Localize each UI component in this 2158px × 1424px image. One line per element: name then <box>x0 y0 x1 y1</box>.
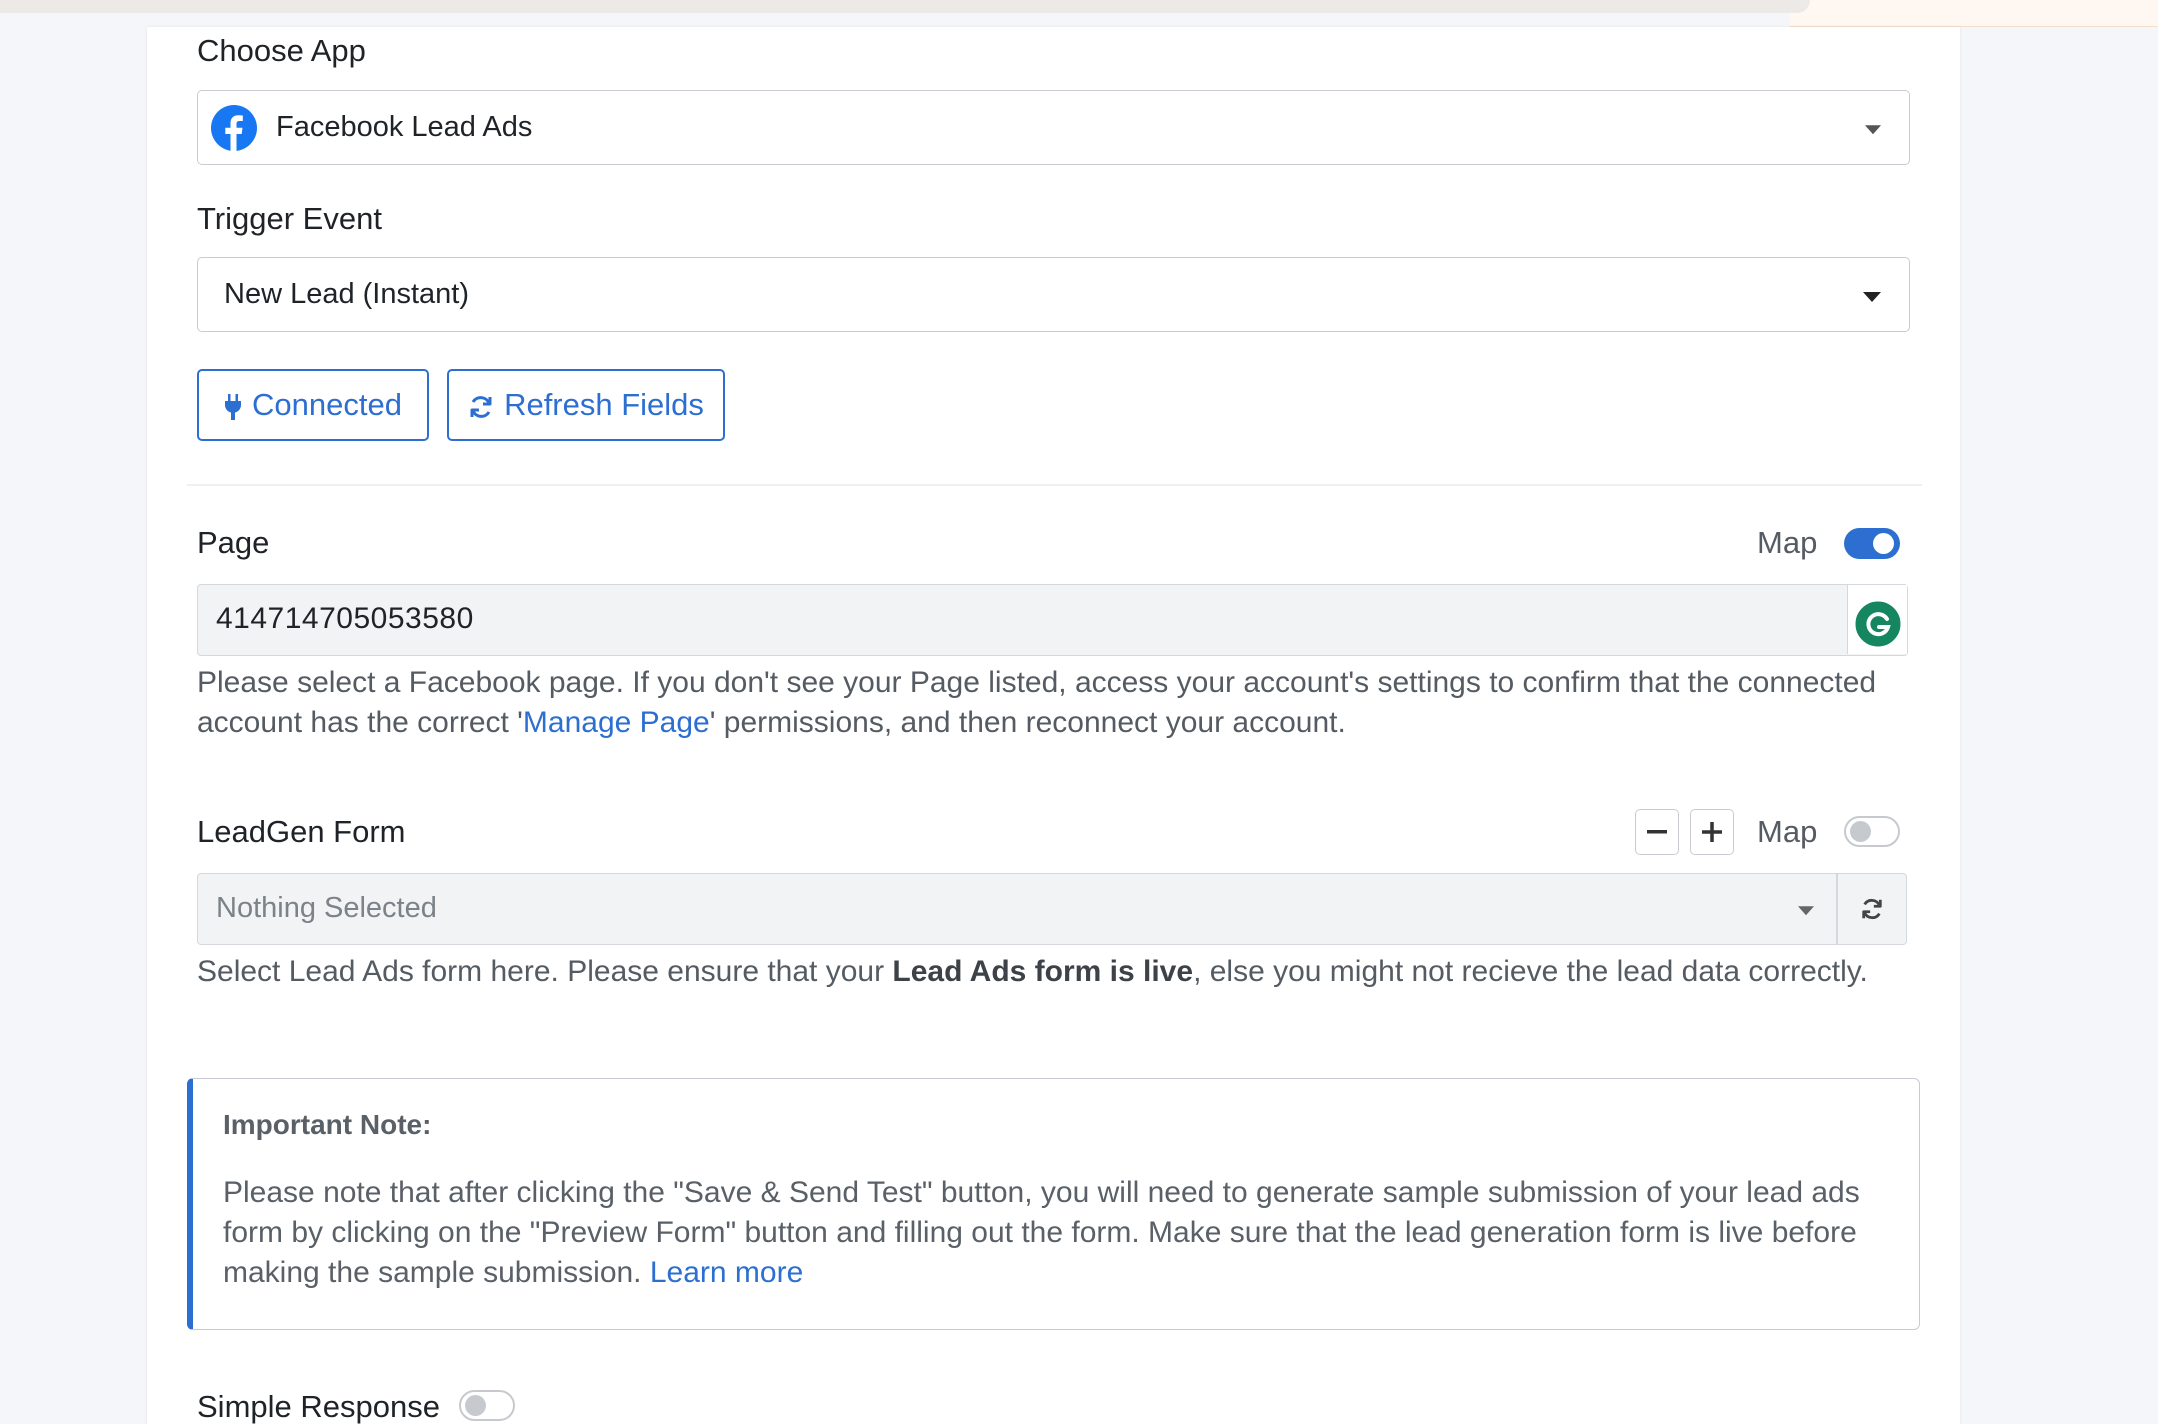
page-map-label: Map <box>1757 525 1818 560</box>
section-divider <box>187 484 1922 486</box>
chevron-down-icon <box>1863 291 1881 302</box>
page-input[interactable]: 414714705053580 <box>197 584 1908 656</box>
manage-page-link[interactable]: Manage Page <box>523 706 710 739</box>
leadgen-help-part2: , else you might not recieve the lead da… <box>1193 955 1868 988</box>
refresh-fields-button[interactable]: Refresh Fields <box>447 369 725 441</box>
choose-app-value: Facebook Lead Ads <box>276 111 533 143</box>
leadgen-help-part1: Select Lead Ads form here. Please ensure… <box>197 955 893 988</box>
leadgen-form-select[interactable]: Nothing Selected <box>197 873 1837 945</box>
refresh-icon <box>1860 897 1884 921</box>
simple-response-toggle[interactable] <box>459 1390 515 1421</box>
page-input-value: 414714705053580 <box>216 602 474 635</box>
simple-response-label: Simple Response <box>197 1389 440 1424</box>
chevron-down-icon <box>1798 906 1814 916</box>
important-note-body: Please note that after clicking the "Sav… <box>223 1173 1903 1293</box>
leadgen-help-text: Select Lead Ads form here. Please ensure… <box>197 952 1937 992</box>
minus-button[interactable] <box>1635 809 1679 855</box>
plus-button[interactable] <box>1690 809 1734 855</box>
important-note-title: Important Note: <box>223 1109 432 1140</box>
top-bar <box>0 0 1810 13</box>
page-map-toggle[interactable] <box>1844 528 1900 559</box>
page-help-text: Please select a Facebook page. If you do… <box>197 663 1917 743</box>
facebook-icon <box>210 104 258 152</box>
refresh-icon <box>468 392 494 418</box>
grammarly-icon[interactable] <box>1847 585 1907 654</box>
refresh-fields-label: Refresh Fields <box>504 387 704 422</box>
choose-app-select[interactable]: Facebook Lead Ads <box>197 90 1910 165</box>
chevron-down-icon <box>1865 124 1881 134</box>
choose-app-label: Choose App <box>197 33 366 68</box>
leadgen-help-bold: Lead Ads form is live <box>892 955 1194 988</box>
connected-label: Connected <box>252 387 402 422</box>
leadgen-form-placeholder: Nothing Selected <box>216 892 437 924</box>
trigger-event-value: New Lead (Instant) <box>224 278 470 310</box>
page-label: Page <box>197 525 270 560</box>
page-help-part2: ' permissions, and then reconnect your a… <box>709 706 1346 739</box>
trigger-event-label: Trigger Event <box>197 201 382 236</box>
plug-icon <box>224 392 242 420</box>
leadgen-form-label: LeadGen Form <box>197 814 406 849</box>
form-card: Choose App Facebook Lead Ads Trigger Eve… <box>147 27 1960 1424</box>
important-note-box: Important Note: Please note that after c… <box>187 1078 1920 1330</box>
top-bar-right <box>1790 0 2158 27</box>
important-note-text: Please note that after clicking the "Sav… <box>223 1176 1860 1289</box>
trigger-event-select[interactable]: New Lead (Instant) <box>197 257 1910 332</box>
learn-more-link[interactable]: Learn more <box>650 1256 803 1289</box>
leadgen-refresh-button[interactable] <box>1837 873 1907 945</box>
leadgen-map-toggle[interactable] <box>1844 816 1900 847</box>
connected-button[interactable]: Connected <box>197 369 429 441</box>
leadgen-map-label: Map <box>1757 814 1818 849</box>
